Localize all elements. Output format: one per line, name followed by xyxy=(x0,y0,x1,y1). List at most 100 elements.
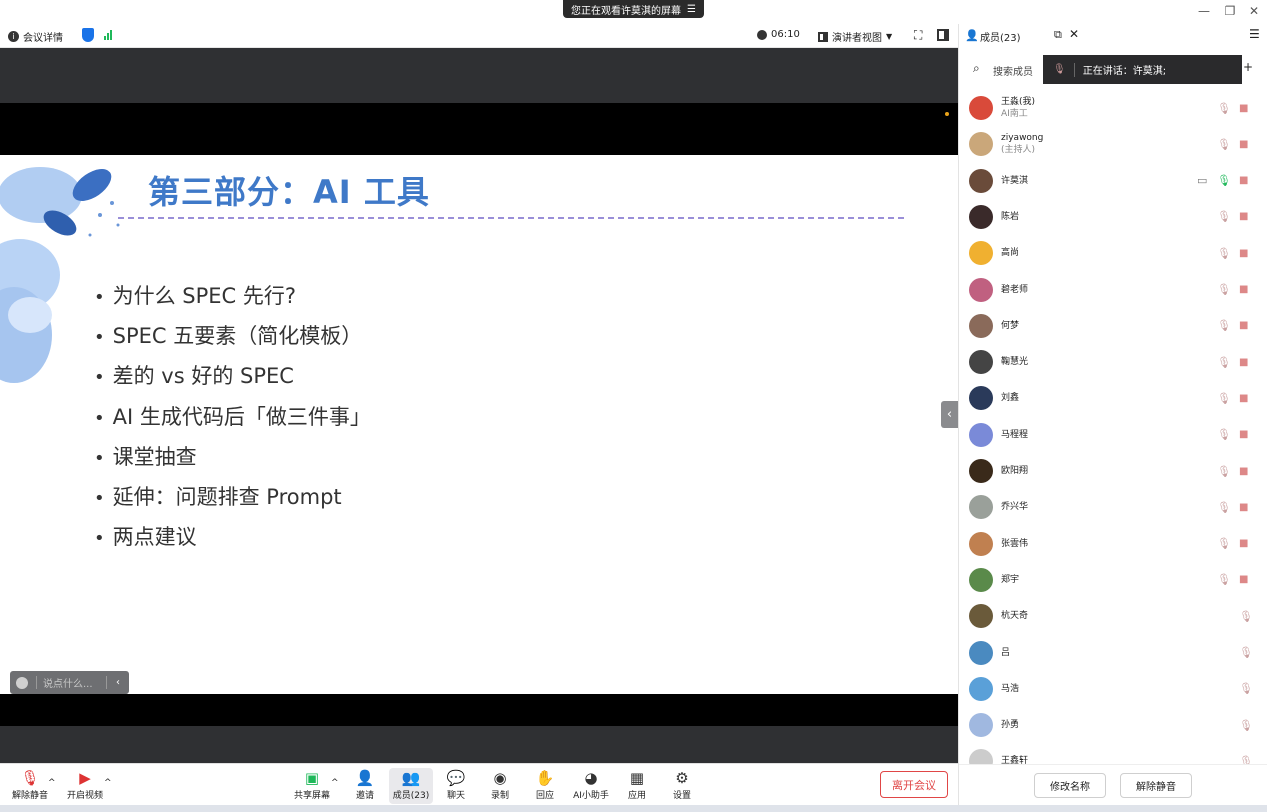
rename-button[interactable]: 修改名称 xyxy=(1034,773,1106,798)
camera-off-icon[interactable]: ■ xyxy=(1239,103,1248,114)
mic-muted-icon[interactable]: 🎙 xyxy=(1217,283,1231,296)
member-name: 许莫淇 xyxy=(1001,175,1028,187)
minimize-icon[interactable]: — xyxy=(1195,3,1213,19)
ai-assistant-button[interactable]: ◕ AI小助手 xyxy=(569,768,613,804)
member-row[interactable]: 王鑫轩 🎙 xyxy=(959,743,1267,764)
invite-button[interactable]: 👤 邀请 xyxy=(343,768,387,804)
react-button[interactable]: ✋ 回应 xyxy=(523,768,567,804)
camera-off-icon[interactable]: ■ xyxy=(1239,502,1248,513)
member-row[interactable]: 鞠慧光 🎙 ■ xyxy=(959,344,1267,380)
members-button[interactable]: 👥 成员(23) xyxy=(389,768,433,804)
members-panel: 👤 成员(23) ⧉ ✕ ☰ ⌕ 搜索成员 + 🎙 正在讲话：许莫淇; 王淼(我… xyxy=(958,24,1267,805)
chevron-up-icon[interactable]: ^ xyxy=(48,778,56,788)
member-row[interactable]: 高尚 🎙 ■ xyxy=(959,235,1267,271)
member-row[interactable]: 马程程 🎙 ■ xyxy=(959,417,1267,453)
mic-muted-icon[interactable]: 🎙 xyxy=(1239,755,1253,764)
member-row[interactable]: 刘鑫 🎙 ■ xyxy=(959,380,1267,416)
mic-muted-icon[interactable]: 🎙 xyxy=(1217,501,1231,514)
member-name: 陈岩 xyxy=(1001,211,1019,223)
restore-icon[interactable]: ❐ xyxy=(1221,3,1239,19)
camera-off-icon[interactable]: ■ xyxy=(1239,139,1248,150)
member-row[interactable]: 马浩 🎙 xyxy=(959,671,1267,707)
panel-footer: 修改名称 解除静音 xyxy=(959,764,1267,805)
member-row[interactable]: 何梦 🎙 ■ xyxy=(959,308,1267,344)
unmute-all-button[interactable]: 解除静音 xyxy=(1120,773,1192,798)
mic-muted-icon[interactable]: 🎙 xyxy=(1217,247,1231,260)
camera-off-icon[interactable]: ■ xyxy=(1239,284,1248,295)
camera-off-icon[interactable]: ■ xyxy=(1239,248,1248,259)
meeting-details-button[interactable]: i 会议详情 xyxy=(8,29,63,44)
mic-muted-icon[interactable]: 🎙 xyxy=(1217,356,1231,369)
member-row[interactable]: 乔兴华 🎙 ■ xyxy=(959,489,1267,525)
mic-muted-icon[interactable]: 🎙 xyxy=(1217,319,1231,332)
mic-muted-icon[interactable]: 🎙 xyxy=(1217,210,1231,223)
close-icon[interactable]: ✕ xyxy=(1245,3,1263,19)
member-row[interactable]: 王淼(我) AI南工 🎙 ■ xyxy=(959,90,1267,126)
member-row[interactable]: ziyawong (主持人) 🎙 ■ xyxy=(959,126,1267,162)
member-name-text: 高尚 xyxy=(1001,248,1020,259)
mic-muted-icon[interactable]: 🎙 xyxy=(1217,138,1231,151)
mic-muted-icon[interactable]: 🎙 xyxy=(1217,102,1231,115)
member-name: 碧老师 xyxy=(1001,284,1028,296)
mic-muted-icon[interactable]: 🎙 xyxy=(1239,682,1253,695)
chevron-up-icon[interactable]: ^ xyxy=(104,778,112,788)
mic-muted-icon[interactable]: 🎙 xyxy=(1217,428,1231,441)
record-button[interactable]: ◉ 录制 xyxy=(478,768,522,804)
member-row[interactable]: 碧老师 🎙 ■ xyxy=(959,272,1267,308)
camera-off-icon[interactable]: ■ xyxy=(1239,320,1248,331)
chat-icon: 💬 xyxy=(446,769,466,787)
member-row[interactable]: 郑宇 🎙 ■ xyxy=(959,562,1267,598)
camera-off-icon[interactable]: ■ xyxy=(1239,211,1248,222)
member-row[interactable]: 张雲伟 🎙 ■ xyxy=(959,526,1267,562)
chevron-down-icon: ▼ xyxy=(886,32,893,41)
mic-muted-icon[interactable]: 🎙 xyxy=(1217,392,1231,405)
camera-off-icon[interactable]: ■ xyxy=(1239,466,1248,477)
member-row[interactable]: 杭天奇 🎙 xyxy=(959,598,1267,634)
signal-icon[interactable] xyxy=(104,30,112,40)
viewing-banner[interactable]: 您正在观看许莫淇的屏幕 ☰ xyxy=(563,0,704,18)
share-screen-button[interactable]: ▣ 共享屏幕 xyxy=(290,768,334,804)
camera-off-icon[interactable]: ■ xyxy=(1239,357,1248,368)
chevron-left-icon[interactable]: ‹ xyxy=(107,677,129,688)
unmute-button[interactable]: 🎙 解除静音 xyxy=(8,768,52,804)
avatar xyxy=(969,168,993,193)
view-mode-dropdown[interactable]: 演讲者视图 ▼ xyxy=(818,29,892,44)
camera-off-icon[interactable]: ■ xyxy=(1239,538,1248,549)
leave-meeting-button[interactable]: 离开会议 xyxy=(880,771,948,798)
camera-off-icon[interactable]: ■ xyxy=(1239,429,1248,440)
member-row[interactable]: 许莫淇 ▭ 🎙 ■ xyxy=(959,163,1267,199)
member-name-text: 马程程 xyxy=(1001,429,1029,440)
chat-button[interactable]: 💬 聊天 xyxy=(434,768,478,804)
member-row[interactable]: 吕 🎙 xyxy=(959,635,1267,671)
mic-muted-icon[interactable]: 🎙 xyxy=(1217,174,1231,187)
fullscreen-icon[interactable]: ⛶ xyxy=(914,28,922,43)
start-video-button[interactable]: ▶ 开启视频 xyxy=(63,768,107,804)
camera-off-icon[interactable]: ■ xyxy=(1239,574,1248,585)
settings-button[interactable]: ⚙ 设置 xyxy=(660,768,704,804)
mic-muted-icon[interactable]: 🎙 xyxy=(1217,465,1231,478)
member-row[interactable]: 陈岩 🎙 ■ xyxy=(959,199,1267,235)
member-row[interactable]: 孙勇 🎙 xyxy=(959,707,1267,743)
collapse-panel-button[interactable]: ‹ xyxy=(941,401,958,428)
mic-muted-icon[interactable]: 🎙 xyxy=(1239,646,1253,659)
camera-off-icon[interactable]: ■ xyxy=(1239,393,1248,404)
member-name: 王鑫轩 xyxy=(1001,755,1028,764)
mic-muted-icon[interactable]: 🎙 xyxy=(1239,719,1253,732)
mic-muted-icon[interactable]: 🎙 xyxy=(1217,537,1231,550)
mic-muted-icon[interactable]: 🎙 xyxy=(1217,573,1231,586)
screen-share-icon: ▭ xyxy=(1197,174,1208,188)
member-name-text: 杭天奇 xyxy=(1001,611,1029,622)
member-row[interactable]: 欧阳翔 🎙 ■ xyxy=(959,453,1267,489)
mic-muted-icon[interactable]: 🎙 xyxy=(1239,610,1253,623)
chevron-up-icon[interactable]: ^ xyxy=(331,778,339,788)
panel-toggle-icon[interactable] xyxy=(937,29,949,41)
emoji-icon[interactable] xyxy=(16,676,28,689)
members-label: 成员(23) xyxy=(392,791,430,801)
bullet-item: 为什么 SPEC 先行? xyxy=(94,281,371,321)
apps-button[interactable]: ▦ 应用 xyxy=(615,768,659,804)
quick-chat-input[interactable]: 说点什么... ‹ xyxy=(10,671,129,694)
chat-label: 聊天 xyxy=(446,791,465,801)
camera-off-icon[interactable]: ■ xyxy=(1239,175,1248,186)
avatar xyxy=(969,604,993,629)
shield-icon[interactable] xyxy=(82,28,94,42)
